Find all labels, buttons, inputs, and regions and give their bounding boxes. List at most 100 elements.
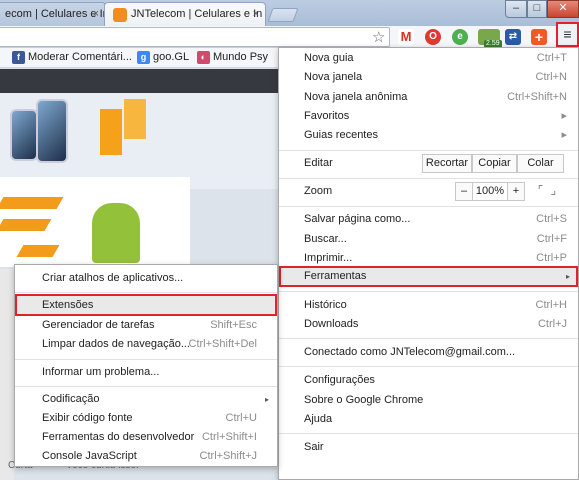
bookmark-mundo-psy[interactable]: ◐ Mundo Psy: [197, 51, 269, 64]
paste-button[interactable]: Colar: [517, 154, 564, 173]
bookmark-star-icon[interactable]: ☆: [372, 28, 385, 46]
tools-submenu: Criar atalhos de aplicativos... Extensõe…: [14, 264, 278, 467]
menu-item-label: Gerenciador de tarefas: [42, 319, 155, 331]
submenu-arrow-icon: ▸: [561, 110, 567, 122]
close-tab-icon[interactable]: ×: [93, 8, 99, 20]
menu-item-label: Editar: [304, 157, 333, 169]
submenu-item-report-issue[interactable]: Informar um problema...: [15, 363, 277, 382]
menu-item-about-chrome[interactable]: Sobre o Google Chrome: [279, 391, 578, 410]
menu-item-save-page[interactable]: Salvar página como... Ctrl+S: [279, 210, 578, 229]
phone-image: [10, 109, 38, 161]
menu-item-label: Favoritos: [304, 110, 350, 122]
phone-image: [36, 99, 68, 163]
site-sidebar: [0, 269, 14, 480]
tab-title: ecom | Celulares e In: [5, 8, 106, 20]
menu-separator: [15, 359, 277, 360]
menu-separator: [279, 291, 578, 292]
facebook-icon: f: [12, 51, 25, 64]
bookmark-googl[interactable]: g goo.GL: [137, 51, 190, 64]
menu-item-shortcut: Ctrl+Shift+N: [507, 91, 567, 103]
bookmark-moderar[interactable]: f Moderar Comentári...: [12, 51, 132, 64]
close-window-button[interactable]: ✕: [547, 0, 579, 18]
chrome-main-menu: Nova guia Ctrl+T Nova janela Ctrl+N Nova…: [278, 47, 579, 480]
arrows-extension-icon[interactable]: ⇄: [505, 29, 521, 45]
menu-item-shortcut: Ctrl+U: [225, 412, 257, 424]
menu-item-label: Downloads: [304, 318, 359, 330]
chrome-menu-button[interactable]: ≡: [556, 22, 579, 47]
menu-item-find[interactable]: Buscar... Ctrl+F: [279, 230, 578, 249]
zoom-level: 100%: [472, 182, 508, 201]
close-tab-icon[interactable]: ×: [253, 8, 259, 20]
menu-item-downloads[interactable]: Downloads Ctrl+J: [279, 315, 578, 334]
menu-item-recent-tabs[interactable]: Guias recentes ▸: [279, 126, 578, 145]
menu-item-label: Exibir código fonte: [42, 412, 133, 424]
menu-item-settings[interactable]: Configurações: [279, 371, 578, 390]
menu-item-help[interactable]: Ajuda: [279, 410, 578, 429]
menu-item-shortcut: Ctrl+Shift+Del: [188, 338, 257, 350]
zoom-in-button[interactable]: +: [507, 182, 525, 201]
evernote-extension-icon[interactable]: e: [452, 29, 468, 45]
menu-item-shortcut: Shift+Esc: [210, 319, 257, 331]
tab-background[interactable]: ecom | Celulares e In ×: [0, 2, 106, 26]
menu-item-label: Zoom: [304, 185, 333, 197]
decorative-stripe: [0, 219, 52, 231]
gmail-extension-icon[interactable]: M: [398, 29, 414, 45]
submenu-item-encoding[interactable]: Codificação ▸: [15, 390, 277, 409]
menu-item-new-window[interactable]: Nova janela Ctrl+N: [279, 68, 578, 87]
new-tab-button[interactable]: [267, 8, 299, 22]
menu-item-new-tab[interactable]: Nova guia Ctrl+T: [279, 49, 578, 68]
submenu-arrow-icon: ▸: [565, 272, 570, 281]
address-bar[interactable]: [0, 27, 390, 47]
menu-item-label: Histórico: [304, 299, 347, 311]
menu-item-label: Extensões: [42, 299, 94, 311]
menu-item-shortcut: Ctrl+S: [536, 213, 567, 225]
fullscreen-icon[interactable]: ⌜ ⌟: [535, 182, 561, 201]
tab-active[interactable]: JNTelecom | Celulares e In ×: [104, 2, 266, 26]
maximize-button[interactable]: □: [527, 0, 547, 18]
menu-item-label: Sobre o Google Chrome: [304, 394, 424, 406]
menu-item-label: Criar atalhos de aplicativos...: [42, 272, 184, 284]
minimize-button[interactable]: –: [505, 0, 527, 18]
tab-title: JNTelecom | Celulares e In: [131, 8, 263, 20]
menu-separator: [279, 206, 578, 207]
opera-extension-icon[interactable]: O: [425, 29, 441, 45]
submenu-item-clear-data[interactable]: Limpar dados de navegação... Ctrl+Shift+…: [15, 335, 277, 354]
menu-item-label: Nova janela anônima: [304, 91, 408, 103]
submenu-item-extensions[interactable]: Extensões: [15, 294, 277, 316]
submenu-arrow-icon: ▸: [264, 395, 269, 404]
android-robot-image: [92, 203, 140, 263]
menu-item-signed-in[interactable]: Conectado como JNTelecom@gmail.com...: [279, 343, 578, 362]
submenu-arrow-icon: ▸: [561, 129, 567, 141]
bookmark-label: goo.GL: [153, 51, 190, 63]
menu-item-shortcut: Ctrl+Shift+I: [201, 431, 257, 443]
cut-button[interactable]: Recortar: [422, 154, 472, 173]
submenu-item-developer-tools[interactable]: Ferramentas do desenvolvedor Ctrl+Shift+…: [15, 428, 277, 447]
menu-separator: [15, 292, 277, 293]
menu-separator: [15, 386, 277, 387]
bookmark-label: Mundo Psy: [213, 51, 269, 63]
menu-item-incognito-window[interactable]: Nova janela anônima Ctrl+Shift+N: [279, 88, 578, 107]
menu-item-shortcut: Ctrl+H: [535, 299, 567, 311]
submenu-item-task-manager[interactable]: Gerenciador de tarefas Shift+Esc: [15, 316, 277, 335]
submenu-item-view-source[interactable]: Exibir código fonte Ctrl+U: [15, 409, 277, 428]
menu-separator: [279, 433, 578, 434]
menu-item-label: Ferramentas do desenvolvedor: [42, 431, 195, 443]
menu-item-history[interactable]: Histórico Ctrl+H: [279, 296, 578, 315]
menu-item-edit: Editar Recortar Copiar Colar: [279, 154, 578, 173]
menu-item-exit[interactable]: Sair: [279, 438, 578, 457]
menu-item-label: Nova janela: [304, 71, 363, 83]
submenu-item-javascript-console[interactable]: Console JavaScript Ctrl+Shift+J: [15, 447, 277, 466]
menu-item-label: Conectado como JNTelecom@gmail.com...: [304, 346, 516, 358]
submenu-item-create-shortcuts[interactable]: Criar atalhos de aplicativos...: [15, 269, 277, 288]
menu-item-tools[interactable]: Ferramentas ▸: [279, 266, 578, 287]
zoom-out-button[interactable]: –: [455, 182, 473, 201]
copy-button[interactable]: Copiar: [472, 154, 517, 173]
plus-extension-icon[interactable]: +: [531, 29, 547, 45]
menu-item-label: Console JavaScript: [42, 450, 137, 462]
menu-item-label: Limpar dados de navegação...: [42, 338, 190, 350]
mundo-psy-icon: ◐: [197, 51, 210, 64]
menu-separator: [279, 366, 578, 367]
menu-item-label: Ajuda: [304, 413, 333, 425]
menu-item-bookmarks[interactable]: Favoritos ▸: [279, 107, 578, 126]
menu-item-label: Buscar...: [304, 233, 347, 245]
